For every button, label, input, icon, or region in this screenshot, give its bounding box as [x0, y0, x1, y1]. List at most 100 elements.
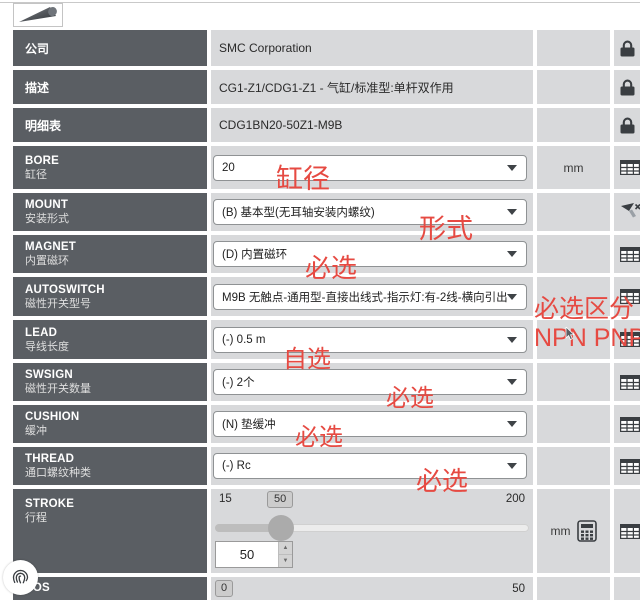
product-thumbnail[interactable] [13, 3, 63, 27]
description-value: CG1-Z1/CDG1-Z1 - 气缸/标准型:单杆双作用 [211, 70, 533, 104]
stroke-cell: 15 50 200 50 ▲ ▼ [211, 489, 533, 573]
filter-icon[interactable] [620, 203, 640, 221]
bore-unit: mm [537, 146, 610, 189]
unit-cell [537, 277, 610, 316]
chevron-down-icon [507, 209, 517, 215]
chevron-down-icon [507, 379, 517, 385]
cursor-icon [565, 327, 577, 341]
icon-cell [614, 489, 640, 573]
chevron-down-icon [507, 293, 517, 300]
spinner-up-icon[interactable]: ▲ [279, 542, 292, 555]
stroke-value: 50 [239, 547, 255, 562]
unit-cell [537, 577, 610, 600]
row-label-magnet: MAGNET 内置磁环 [13, 235, 207, 273]
pos-min-badge: 0 [215, 580, 234, 597]
icon-cell [614, 363, 640, 401]
table-row: CUSHION 缓冲 (N) 垫缓冲 [13, 405, 640, 443]
stroke-slider[interactable] [215, 515, 529, 541]
table-row: THREAD 通口螺纹种类 (-) Rc [13, 447, 640, 485]
table-row: STROKE 行程 15 50 200 50 ▲ ▼ mm [13, 489, 640, 573]
thread-dropdown[interactable]: (-) Rc [213, 453, 527, 479]
slider-handle[interactable] [267, 515, 294, 541]
spinner-down-icon[interactable]: ▼ [279, 555, 292, 567]
icon-cell [614, 277, 640, 316]
stroke-unit: mm [537, 489, 610, 573]
row-label-company: 公司 [13, 30, 207, 66]
swsign-cell: (-) 2个 [211, 363, 533, 401]
table-row: SWSIGN 磁性开关数量 (-) 2个 [13, 363, 640, 401]
table-icon[interactable] [620, 416, 640, 432]
icon-cell [614, 30, 640, 66]
stroke-scale: 15 50 200 [215, 491, 527, 508]
icon-cell [614, 235, 640, 273]
stroke-max: 200 [505, 493, 525, 505]
partnumber-value: CDG1BN20-50Z1-M9B [211, 108, 533, 142]
lead-dropdown[interactable]: (-) 0.5 m [213, 326, 527, 353]
top-divider [0, 2, 640, 3]
pos-max: 50 [512, 582, 525, 595]
icon-cell [614, 70, 640, 104]
table-icon[interactable] [620, 246, 640, 262]
cylinder-image [19, 7, 57, 22]
company-value: SMC Corporation [211, 30, 533, 66]
unit-cell [537, 447, 610, 485]
lead-cell: (-) 0.5 m [211, 320, 533, 359]
bore-dropdown[interactable]: 20 [213, 154, 527, 181]
table-row: POS 0 50 [13, 577, 640, 600]
table-row: AUTOSWITCH 磁性开关型号 M9B 无触点-通用型-直接出线式-指示灯:… [13, 277, 640, 316]
unit-cell [537, 363, 610, 401]
autoswitch-dropdown[interactable]: M9B 无触点-通用型-直接出线式-指示灯:有-2线-横向引出 [213, 283, 527, 310]
table-icon[interactable] [620, 289, 640, 304]
row-label-partlist: 明细表 [13, 108, 207, 142]
unit-cell [537, 405, 610, 443]
table-icon[interactable] [620, 332, 640, 347]
mount-cell: (B) 基本型(无耳轴安装内螺纹) [211, 193, 533, 231]
chevron-down-icon [507, 251, 517, 257]
table-row: MAGNET 内置磁环 (D) 内置磁环 [13, 235, 640, 273]
autoswitch-cell: M9B 无触点-通用型-直接出线式-指示灯:有-2线-横向引出 [211, 277, 533, 316]
icon-cell [614, 146, 640, 189]
row-label-thread: THREAD 通口螺纹种类 [13, 447, 207, 485]
row-label-description: 描述 [13, 70, 207, 104]
cushion-dropdown[interactable]: (N) 垫缓冲 [213, 411, 527, 437]
row-label-autoswitch: AUTOSWITCH 磁性开关型号 [13, 277, 207, 316]
configurator-table: 公司 SMC Corporation 描述 CG1-Z1/CDG1-Z1 - 气… [13, 30, 640, 600]
chevron-down-icon [507, 463, 517, 469]
row-label-lead: LEAD 导线长度 [13, 320, 207, 359]
table-row: 明细表 CDG1BN20-50Z1-M9B [13, 108, 640, 142]
chevron-down-icon [507, 421, 517, 427]
table-row: BORE 缸径 20 mm [13, 146, 640, 189]
row-label-swsign: SWSIGN 磁性开关数量 [13, 363, 207, 401]
table-row: 公司 SMC Corporation [13, 30, 640, 66]
unit-cell [537, 70, 610, 104]
magnet-cell: (D) 内置磁环 [211, 235, 533, 273]
unit-cell [537, 193, 610, 231]
row-label-mount: MOUNT 安装形式 [13, 193, 207, 231]
stroke-spinner: ▲ ▼ [278, 542, 292, 567]
stroke-value-input[interactable]: 50 ▲ ▼ [215, 541, 293, 568]
bore-cell: 20 [211, 146, 533, 189]
icon-cell [614, 447, 640, 485]
chevron-down-icon [507, 336, 517, 343]
pos-cell: 0 50 [211, 577, 533, 600]
fingerprint-icon[interactable] [3, 560, 38, 595]
stroke-current-badge[interactable]: 50 [267, 491, 294, 508]
table-icon[interactable] [620, 458, 640, 474]
swsign-dropdown[interactable]: (-) 2个 [213, 369, 527, 395]
table-icon[interactable] [620, 374, 640, 390]
row-label-pos: POS [13, 577, 207, 600]
lock-icon [620, 79, 635, 95]
mount-dropdown[interactable]: (B) 基本型(无耳轴安装内螺纹) [213, 199, 527, 225]
unit-cell [537, 30, 610, 66]
calculator-icon[interactable] [576, 520, 597, 542]
table-icon[interactable] [620, 160, 640, 175]
thread-cell: (-) Rc [211, 447, 533, 485]
icon-cell [614, 577, 640, 600]
icon-cell [614, 193, 640, 231]
table-row: LEAD 导线长度 (-) 0.5 m [13, 320, 640, 359]
magnet-dropdown[interactable]: (D) 内置磁环 [213, 241, 527, 267]
icon-cell [614, 108, 640, 142]
table-row: MOUNT 安装形式 (B) 基本型(无耳轴安装内螺纹) [13, 193, 640, 231]
lock-icon [620, 40, 635, 56]
table-icon[interactable] [620, 523, 640, 539]
